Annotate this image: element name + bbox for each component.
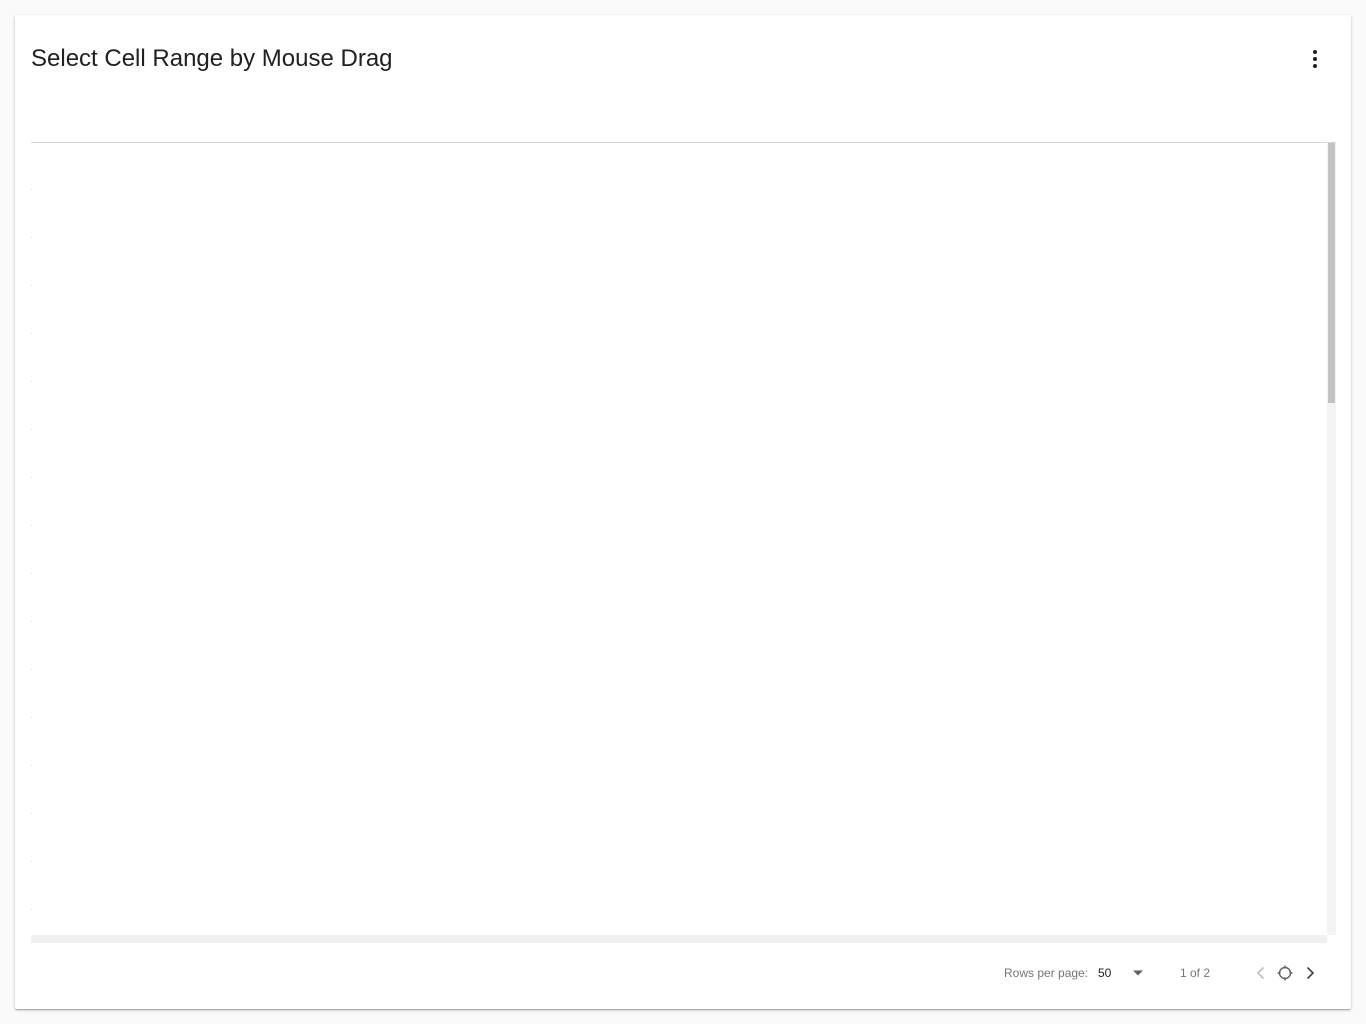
row-divider: [31, 285, 32, 286]
grid-row[interactable]: [31, 383, 1327, 431]
row-divider: [31, 189, 32, 190]
vertical-scrollbar-thumb[interactable]: [1328, 143, 1335, 403]
grid-row[interactable]: [31, 191, 1327, 239]
row-divider: [31, 381, 32, 382]
grid-row[interactable]: [31, 623, 1327, 671]
grid-body[interactable]: [31, 143, 1327, 935]
more-options-button[interactable]: [1297, 41, 1333, 77]
data-grid[interactable]: [31, 142, 1336, 943]
row-divider: [31, 429, 32, 430]
grid-row[interactable]: [31, 863, 1327, 911]
more-vert-icon: [1313, 50, 1317, 68]
row-divider: [31, 909, 32, 910]
row-divider: [31, 717, 32, 718]
grid-row[interactable]: [31, 527, 1327, 575]
row-divider: [31, 621, 32, 622]
next-page-button[interactable]: [1298, 961, 1322, 985]
chevron-left-icon: [1256, 966, 1265, 980]
row-divider: [31, 669, 32, 670]
grid-row[interactable]: [31, 719, 1327, 767]
row-divider: [31, 765, 32, 766]
grid-row[interactable]: [31, 431, 1327, 479]
rows-per-page-label: Rows per page:: [1004, 966, 1089, 980]
caret-down-icon: [1133, 970, 1143, 976]
grid-row[interactable]: [31, 815, 1327, 863]
grid-row[interactable]: [31, 767, 1327, 815]
previous-page-button[interactable]: [1249, 961, 1273, 985]
grid-row[interactable]: [31, 335, 1327, 383]
row-divider: [31, 477, 32, 478]
grid-row[interactable]: [31, 575, 1327, 623]
rows-per-page-value: 50: [1098, 966, 1112, 980]
grid-row[interactable]: [31, 143, 1327, 191]
grid-row[interactable]: [31, 287, 1327, 335]
rows-per-page-select[interactable]: 50: [1092, 959, 1152, 987]
data-grid-card: Select Cell Range by Mouse Drag Rows per…: [15, 15, 1351, 1009]
refresh-button[interactable]: [1273, 961, 1297, 985]
card-title: Select Cell Range by Mouse Drag: [31, 45, 393, 72]
page-info: 1 of 2: [1180, 966, 1211, 980]
vertical-scrollbar[interactable]: [1327, 143, 1336, 935]
grid-row[interactable]: [31, 479, 1327, 527]
grid-row[interactable]: [31, 671, 1327, 719]
chevron-right-icon: [1306, 966, 1315, 980]
horizontal-scrollbar[interactable]: [31, 935, 1327, 943]
row-divider: [31, 813, 32, 814]
row-divider: [31, 573, 32, 574]
grid-row[interactable]: [31, 239, 1327, 287]
refresh-icon: [1277, 965, 1293, 981]
row-divider: [31, 861, 32, 862]
row-divider: [31, 237, 32, 238]
row-divider: [31, 333, 32, 334]
row-divider: [31, 525, 32, 526]
pagination-bar: Rows per page: 50 1 of 2: [15, 951, 1351, 995]
